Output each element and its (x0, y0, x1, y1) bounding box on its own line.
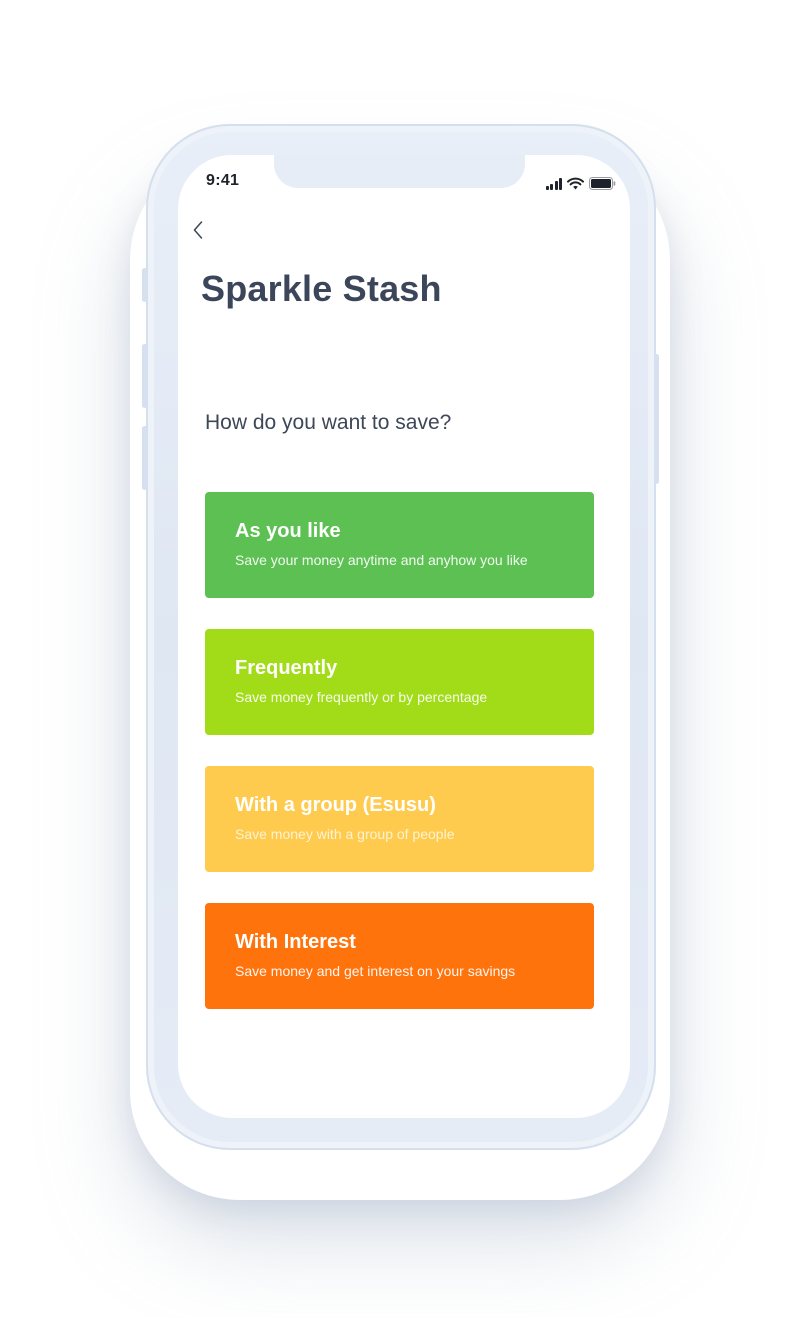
option-description: Save money and get interest on your savi… (235, 963, 516, 979)
save-question: How do you want to save? (205, 411, 452, 434)
status-time: 9:41 (206, 172, 240, 189)
page-title: Sparkle Stash (201, 268, 442, 309)
phone-screen: 9:41 Sparkle Stash How do you want to sa… (178, 155, 630, 1118)
signal-icon (545, 178, 562, 190)
option-title: With Interest (235, 931, 356, 953)
option-as-you-like[interactable]: As you like Save your money anytime and … (205, 492, 594, 598)
option-title: Frequently (235, 657, 338, 679)
silent-switch (142, 268, 147, 302)
option-with-a-group[interactable]: With a group (Esusu) Save money with a g… (205, 766, 594, 872)
volume-down-button (142, 426, 147, 490)
option-description: Save your money anytime and anyhow you l… (235, 552, 528, 568)
mockup-scene: 9:41 Sparkle Stash How do you want to sa… (0, 0, 800, 1318)
option-description: Save money with a group of people (235, 826, 455, 842)
option-with-interest[interactable]: With Interest Save money and get interes… (205, 903, 594, 1009)
option-title: As you like (235, 520, 341, 542)
volume-up-button (142, 344, 147, 408)
wifi-icon (567, 177, 584, 190)
power-button (654, 354, 659, 484)
notch (274, 155, 525, 188)
status-icons (545, 176, 617, 190)
chevron-left-icon (193, 221, 203, 239)
option-description: Save money frequently or by percentage (235, 689, 488, 705)
battery-icon (589, 177, 616, 190)
option-title: With a group (Esusu) (235, 794, 436, 816)
option-frequently[interactable]: Frequently Save money frequently or by p… (205, 629, 594, 735)
back-button[interactable] (186, 217, 210, 243)
